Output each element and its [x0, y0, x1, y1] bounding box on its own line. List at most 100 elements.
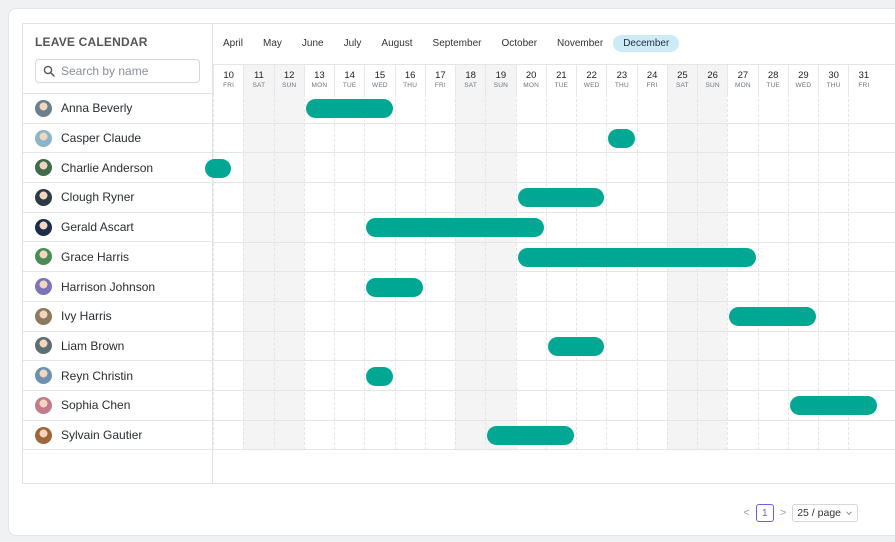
month-tab-september[interactable]: September — [423, 35, 492, 52]
row-divider — [213, 122, 895, 124]
next-page-button[interactable]: > — [780, 507, 786, 519]
day-number: 20 — [525, 70, 537, 81]
employee-row[interactable]: Grace Harris — [23, 243, 213, 273]
employee-row[interactable]: Sylvain Gautier — [23, 421, 213, 451]
month-tab-may[interactable]: May — [253, 35, 292, 52]
calendar-grid: LEAVE CALENDAR Anna Beverly Casper Claude… — [22, 23, 895, 484]
employee-row[interactable]: Liam Brown — [23, 332, 213, 362]
timeline-body — [205, 94, 895, 451]
weekday-label: SUN — [493, 82, 509, 89]
month-tab-december[interactable]: December — [613, 34, 680, 52]
month-tab-october[interactable]: October — [491, 35, 547, 52]
row-divider — [213, 182, 895, 184]
weekday-label: SUN — [281, 82, 297, 89]
employee-name: Liam Brown — [61, 338, 125, 353]
leave-bar[interactable] — [608, 129, 635, 149]
day-header: 12 SUN — [273, 65, 304, 95]
avatar — [35, 426, 52, 444]
weekday-label: WED — [795, 82, 812, 89]
day-header: 17 FRI — [424, 65, 455, 95]
leave-bar[interactable] — [366, 277, 423, 297]
day-number: 28 — [767, 70, 779, 81]
day-number: 17 — [435, 70, 446, 81]
weekday-label: FRI — [858, 82, 870, 89]
search-icon — [43, 65, 55, 77]
leave-bar[interactable] — [789, 396, 877, 416]
day-header: 30 THU — [818, 65, 848, 95]
avatar — [35, 129, 52, 147]
day-number: 27 — [737, 70, 749, 81]
day-number: 16 — [404, 70, 416, 81]
row-divider — [213, 390, 895, 391]
weekday-label: FRI — [223, 82, 235, 89]
day-header: 27 MON — [727, 65, 757, 95]
day-header: 28 TUE — [757, 65, 788, 95]
employee-name: Casper Claude — [61, 131, 142, 146]
day-number: 11 — [253, 70, 264, 81]
month-tab-april[interactable]: April — [213, 35, 253, 52]
prev-page-button[interactable]: < — [743, 507, 749, 519]
day-header: 19 SUN — [485, 65, 516, 95]
page-size-label: 25 / page — [797, 507, 841, 519]
month-tab-august[interactable]: August — [371, 35, 422, 52]
day-number: 19 — [495, 70, 507, 81]
page-1-button[interactable]: 1 — [755, 504, 774, 522]
weekday-label: MON — [311, 82, 328, 89]
day-header: 23 THU — [606, 65, 636, 95]
page-title: LEAVE CALENDAR — [35, 35, 148, 49]
day-header: 26 SUN — [697, 65, 728, 95]
avatar — [35, 337, 52, 355]
employee-name: Anna Beverly — [61, 101, 133, 116]
day-number: 14 — [344, 70, 355, 81]
leave-bar[interactable] — [305, 99, 393, 119]
timeline-area: April May June July August September October No… — [205, 24, 895, 483]
day-number: 25 — [677, 70, 688, 81]
month-tab-june[interactable]: June — [292, 35, 334, 52]
month-tab-july[interactable]: July — [334, 35, 372, 52]
row-divider — [213, 419, 895, 421]
avatar — [35, 218, 52, 236]
search-box[interactable] — [35, 59, 200, 83]
employee-row[interactable]: Gerald Ascart — [23, 213, 213, 243]
day-header: 13 MON — [303, 65, 334, 95]
weekday-label: SAT — [464, 82, 477, 89]
day-header: 29 WED — [787, 65, 818, 95]
search-input[interactable] — [61, 64, 196, 78]
day-number: 10 — [223, 70, 234, 81]
employee-row[interactable]: Harrison Johnson — [23, 272, 213, 302]
day-number: 18 — [465, 70, 476, 81]
leave-bar[interactable] — [205, 158, 232, 178]
leave-bar[interactable] — [366, 218, 544, 238]
employee-name: Charlie Anderson — [61, 160, 154, 175]
weekday-label: TUE — [554, 82, 569, 89]
avatar — [35, 159, 52, 177]
day-header: 24 FRI — [636, 65, 667, 95]
leave-bar[interactable] — [366, 366, 393, 386]
weekday-label: THU — [826, 82, 841, 89]
employee-name: Reyn Christin — [61, 368, 134, 383]
page-size-select[interactable]: 25 / page — [792, 504, 858, 522]
avatar — [35, 396, 52, 414]
weekday-label: WED — [371, 82, 388, 89]
day-header: 18 SAT — [455, 65, 486, 95]
day-header: 16 THU — [394, 65, 425, 95]
leave-bar[interactable] — [487, 426, 574, 446]
employee-row[interactable]: Reyn Christin — [23, 361, 213, 391]
leave-bar[interactable] — [517, 188, 605, 208]
weekday-label: WED — [583, 82, 600, 89]
day-header: 20 MON — [515, 65, 546, 95]
employee-row[interactable]: Charlie Anderson — [23, 153, 213, 184]
employee-row[interactable]: Sophia Chen — [23, 391, 213, 421]
employee-row[interactable]: Anna Beverly — [23, 94, 213, 124]
month-tab-november[interactable]: November — [547, 35, 613, 52]
leave-bar[interactable] — [547, 336, 605, 356]
leave-bar[interactable] — [517, 247, 756, 267]
month-tabs: April May June July August September October No… — [213, 33, 680, 53]
avatar — [35, 188, 52, 206]
weekday-label: SUN — [705, 82, 720, 89]
employee-row[interactable]: Casper Claude — [23, 124, 213, 154]
leave-bar[interactable] — [729, 307, 816, 327]
employee-row[interactable]: Ivy Harris — [23, 302, 213, 332]
employee-row[interactable]: Clough Ryner — [23, 183, 213, 213]
row-divider — [213, 330, 895, 332]
